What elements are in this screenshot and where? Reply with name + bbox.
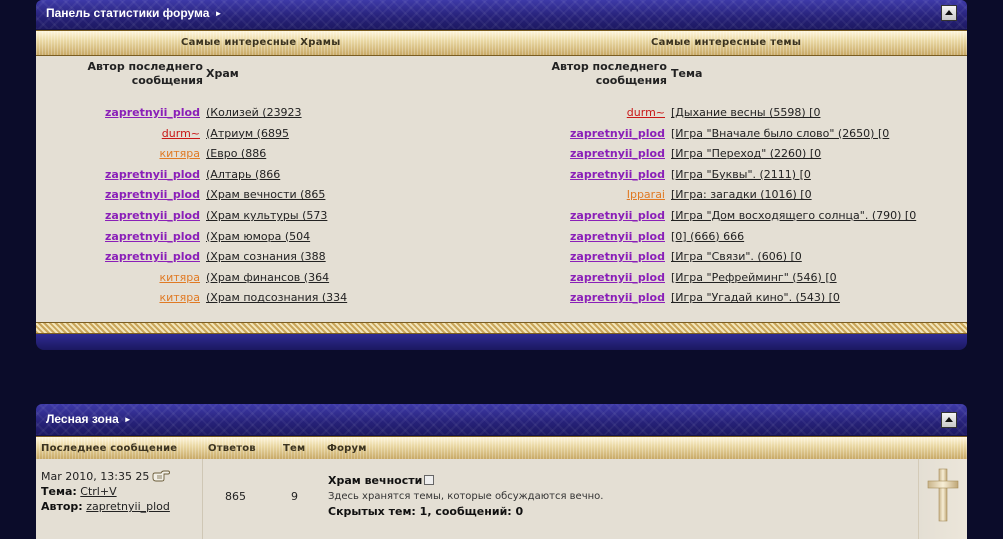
- new-window-icon[interactable]: [424, 475, 435, 485]
- last-topic-link[interactable]: Ctrl+V: [80, 485, 116, 498]
- topic-row: zapretnyii_plod [Игра "Вначале было слово…: [36, 123, 967, 144]
- topic-item-link[interactable]: [Игра "Угадай кино". (543) [0: [671, 287, 840, 308]
- topic-item-link[interactable]: [Дыхание весны (5598) [0: [671, 102, 820, 123]
- stats-panel-footer-stripe: [36, 322, 967, 334]
- chevron-right-icon: ►: [123, 415, 132, 424]
- topic-row: zapretnyii_plod [Игра "Рефрейминг" (546) …: [36, 267, 967, 288]
- left-col-author-header: Автор последнего сообщения: [87, 60, 203, 87]
- last-post-cell: Mar 2010, 13:35 25 Тема: Ctrl+V Автор: z…: [41, 469, 171, 514]
- stats-panel-title[interactable]: Панель статистики форума ►: [46, 6, 222, 20]
- col-forum: Форум: [327, 443, 367, 454]
- col-replies: Ответов: [208, 443, 256, 454]
- stats-panel-title-text: Панель статистики форума: [46, 6, 210, 20]
- topic-author-link[interactable]: zapretnyii_plod: [570, 226, 665, 247]
- topic-row: Ipparai [Игра: загадки (1016) [0: [36, 184, 967, 205]
- topics-count: 9: [291, 490, 298, 503]
- left-col-item-header: Храм: [206, 67, 239, 80]
- cross-icon: [927, 468, 959, 522]
- stats-headings-bar: Самые интересные Храмы Самые интересные …: [36, 30, 967, 56]
- forest-panel-title-text: Лесная зона: [46, 412, 119, 426]
- forum-title-text: Храм вечности: [328, 474, 423, 487]
- topic-row: zapretnyii_plod [0] (666) 666: [36, 226, 967, 247]
- topic-row: zapretnyii_plod [Игра "Буквы". (2111) [0: [36, 164, 967, 185]
- last-author-link[interactable]: zapretnyii_plod: [86, 500, 170, 513]
- forum-status-cell: [918, 459, 967, 539]
- forest-panel-title[interactable]: Лесная зона ►: [46, 412, 132, 426]
- right-col-item-header: Тема: [671, 67, 703, 80]
- last-post-date: Mar 2010, 13:35 25: [41, 470, 150, 483]
- col-topics: Тем: [283, 443, 306, 454]
- stats-panel-body: Автор последнего сообщения Храм Автор по…: [36, 56, 967, 322]
- right-col-author-header: Автор последнего сообщения: [551, 60, 667, 87]
- stats-panel-footer: [36, 334, 967, 350]
- topic-item-link[interactable]: [Игра "Переход" (2260) [0: [671, 143, 821, 164]
- collapse-button[interactable]: [941, 5, 957, 21]
- topic-author-link[interactable]: durm~: [627, 102, 665, 123]
- topic-item-link[interactable]: [Игра: загадки (1016) [0: [671, 184, 812, 205]
- stats-panel-header: Панель статистики форума ►: [36, 0, 967, 30]
- topic-author-link[interactable]: zapretnyii_plod: [570, 123, 665, 144]
- topic-author-link[interactable]: zapretnyii_plod: [570, 205, 665, 226]
- topic-author-link[interactable]: zapretnyii_plod: [570, 246, 665, 267]
- forum-row: Mar 2010, 13:35 25 Тема: Ctrl+V Автор: z…: [36, 459, 967, 539]
- topic-author-link[interactable]: zapretnyii_plod: [570, 267, 665, 288]
- chevron-right-icon: ►: [214, 9, 223, 18]
- topic-author-link[interactable]: Ipparai: [627, 184, 665, 205]
- topic-row: zapretnyii_plod [Игра "Переход" (2260) [0: [36, 143, 967, 164]
- topic-item-link[interactable]: [0] (666) 666: [671, 226, 744, 247]
- topic-item-link[interactable]: [Игра "Рефрейминг" (546) [0: [671, 267, 837, 288]
- col-last-post: Последнее сообщение: [41, 443, 178, 454]
- forum-description: Здесь хранятся темы, которые обсуждаются…: [328, 491, 604, 502]
- hidden-stats: Скрытых тем: 1, сообщений: 0: [328, 505, 524, 518]
- author-label: Автор:: [41, 500, 83, 513]
- forum-stats-panel: Панель статистики форума ► Самые интересн…: [36, 0, 967, 350]
- topic-item-link[interactable]: [Игра "Вначале было слово" (2650) [0: [671, 123, 889, 144]
- collapse-icon: [945, 10, 953, 15]
- replies-count: 865: [225, 490, 246, 503]
- topic-row: zapretnyii_plod [Игра "Связи". (606) [0: [36, 246, 967, 267]
- forest-panel-header: Лесная зона ►: [36, 404, 967, 436]
- topic-author-link[interactable]: zapretnyii_plod: [570, 287, 665, 308]
- topic-row: durm~ [Дыхание весны (5598) [0: [36, 102, 967, 123]
- column-divider: [202, 459, 203, 539]
- collapse-button[interactable]: [941, 412, 957, 428]
- topic-author-link[interactable]: zapretnyii_plod: [570, 164, 665, 185]
- topic-row: zapretnyii_plod [Игра "Дом восходящего со…: [36, 205, 967, 226]
- topic-author-link[interactable]: zapretnyii_plod: [570, 143, 665, 164]
- topic-label: Тема:: [41, 485, 77, 498]
- topic-item-link[interactable]: [Игра "Дом восходящего солнца". (790) [0: [671, 205, 916, 226]
- forum-title-link[interactable]: Храм вечности: [328, 474, 435, 487]
- forest-columns-bar: Последнее сообщение Ответов Тем Форум: [36, 436, 967, 460]
- topic-row: zapretnyii_plod [Игра "Угадай кино". (543…: [36, 287, 967, 308]
- forest-zone-panel: Лесная зона ► Последнее сообщение Ответов…: [36, 404, 967, 539]
- pointing-hand-icon[interactable]: [152, 470, 171, 482]
- topic-item-link[interactable]: [Игра "Буквы". (2111) [0: [671, 164, 811, 185]
- top-temples-heading: Самые интересные Храмы: [181, 37, 341, 48]
- collapse-icon: [945, 417, 953, 422]
- topic-item-link[interactable]: [Игра "Связи". (606) [0: [671, 246, 802, 267]
- top-topics-heading: Самые интересные темы: [651, 37, 802, 48]
